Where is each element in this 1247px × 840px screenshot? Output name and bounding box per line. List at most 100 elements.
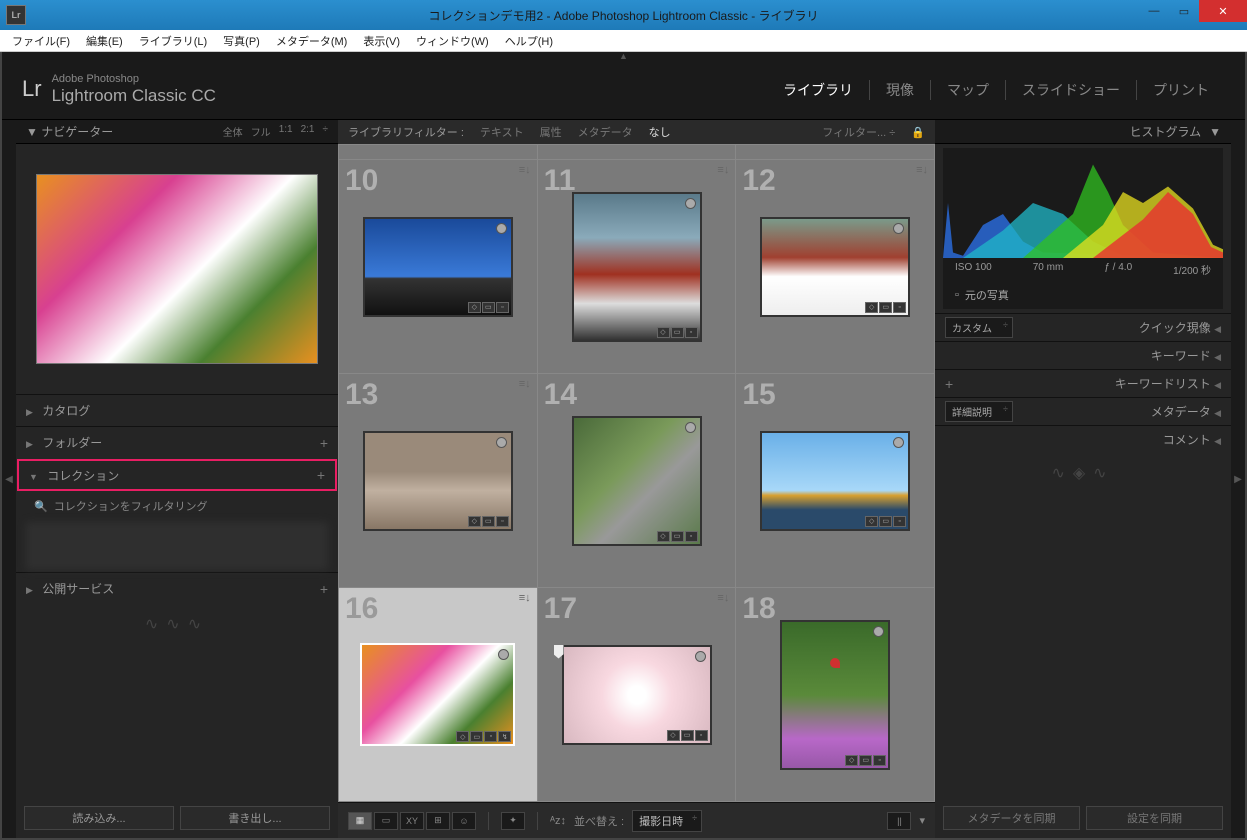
nav-1to1[interactable]: 1:1 (279, 124, 293, 139)
color-label-icon[interactable] (496, 223, 507, 234)
view-compare-icon[interactable]: XY (400, 812, 424, 830)
badge-icon[interactable]: ◇ (667, 730, 680, 741)
menu-library[interactable]: ライブラリ(L) (131, 31, 215, 51)
thumbnail-selected[interactable]: ◇▭▫↯ (360, 643, 515, 746)
badge-icon[interactable]: ◇ (468, 302, 481, 313)
toolbar-menu-icon[interactable]: ▾ (919, 814, 925, 827)
collection-filter-row[interactable]: 🔍 コレクションをフィルタリング (16, 492, 338, 520)
badge-icon[interactable]: ▭ (671, 327, 684, 338)
stack-icon[interactable]: ≡↓ (519, 378, 531, 390)
filter-attribute[interactable]: 属性 (540, 124, 562, 140)
badge-icon[interactable]: ▫ (496, 516, 509, 527)
menu-file[interactable]: ファイル(F) (4, 31, 78, 51)
sort-direction-icon[interactable]: ᴬz↕ (550, 815, 566, 827)
filter-lock-icon[interactable]: 🔒 (911, 126, 925, 139)
badge-icon[interactable]: ▭ (681, 730, 694, 741)
collapse-top-icon[interactable]: ▲ (2, 52, 1245, 60)
view-grid-icon[interactable]: ▦ (348, 812, 372, 830)
menu-edit[interactable]: 編集(E) (78, 31, 131, 51)
stack-icon[interactable]: ≡↓ (916, 164, 928, 176)
grid-cell[interactable]: 13≡↓◇▭▫ (339, 374, 537, 587)
module-map[interactable]: マップ (931, 80, 1006, 100)
navigator-preview[interactable] (36, 174, 318, 364)
filter-none[interactable]: なし (649, 124, 671, 140)
nav-fit[interactable]: 全体 (223, 124, 243, 139)
badge-icon[interactable]: ▫ (893, 516, 906, 527)
thumbnail[interactable]: ◇▭▫ (572, 416, 702, 546)
thumbnail[interactable]: ◇▭▫ (363, 217, 513, 317)
color-label-icon[interactable] (685, 422, 696, 433)
panel-folder[interactable]: ▶ フォルダー + (16, 426, 338, 458)
filter-preset-dropdown[interactable]: フィルター... ÷ (822, 124, 895, 140)
menu-photo[interactable]: 写真(P) (215, 31, 268, 51)
menu-view[interactable]: 表示(V) (355, 31, 408, 51)
stack-icon[interactable]: ≡↓ (519, 592, 531, 604)
badge-icon[interactable]: ▭ (482, 516, 495, 527)
grid-cell[interactable]: 10≡↓◇▭▫ (339, 160, 537, 373)
thumbnail-size-slider[interactable]: || (887, 812, 911, 830)
thumbnail[interactable]: ◇▭▫ (760, 217, 910, 317)
panel-publish[interactable]: ▶ 公開サービス + (16, 572, 338, 604)
stack-icon[interactable]: ≡↓ (519, 164, 531, 176)
panel-metadata[interactable]: 詳細説明 メタデータ ◀ (935, 397, 1231, 425)
thumbnail[interactable]: ◇▭▫ (760, 431, 910, 531)
color-label-icon[interactable] (695, 651, 706, 662)
view-people-icon[interactable]: ☺ (452, 812, 476, 830)
thumbnail[interactable]: ◇▭▫ (572, 192, 702, 342)
grid-cell[interactable]: 14◇▭▫ (538, 374, 736, 587)
grid-cell[interactable]: 12≡↓◇▭▫ (736, 160, 934, 373)
panel-keyword[interactable]: キーワード ◀ (935, 341, 1231, 369)
sync-metadata-button[interactable]: メタデータを同期 (943, 806, 1080, 830)
badge-icon[interactable]: ▭ (859, 755, 872, 766)
badge-icon[interactable]: ▭ (879, 302, 892, 313)
color-label-icon[interactable] (893, 437, 904, 448)
add-keyword-icon[interactable]: + (945, 376, 953, 392)
badge-icon[interactable]: ◇ (865, 302, 878, 313)
badge-icon[interactable]: ◇ (456, 731, 469, 742)
add-folder-icon[interactable]: + (320, 435, 328, 451)
grid-cell[interactable]: 18◇▭▫ (736, 588, 934, 801)
badge-icon[interactable]: ▭ (482, 302, 495, 313)
badge-icon[interactable]: ▫ (496, 302, 509, 313)
histogram-chart[interactable] (943, 148, 1223, 258)
badge-icon[interactable]: ◇ (657, 531, 670, 542)
navigator-header[interactable]: ▼ ナビゲーター 全体 フル 1:1 2:1 ÷ (16, 120, 338, 144)
panel-collection[interactable]: ▼ コレクション + (17, 459, 337, 491)
panel-quick-develop[interactable]: カスタム クイック現像 ◀ (935, 313, 1231, 341)
stack-icon[interactable]: ≡↓ (717, 592, 729, 604)
color-label-icon[interactable] (873, 626, 884, 637)
badge-icon[interactable]: ▭ (671, 531, 684, 542)
thumbnail-grid[interactable]: 10≡↓◇▭▫ 11≡↓◇▭▫ 12≡↓◇▭▫ 13≡↓◇▭▫ 14◇▭▫ 15… (338, 144, 935, 802)
badge-icon[interactable]: ▭ (879, 516, 892, 527)
color-label-icon[interactable] (498, 649, 509, 660)
thumbnail[interactable]: ◇▭▫ (363, 431, 513, 531)
export-button[interactable]: 書き出し... (180, 806, 330, 830)
grid-cell[interactable]: 15◇▭▫ (736, 374, 934, 587)
collapse-right-icon[interactable]: ▶ (1231, 120, 1245, 838)
sync-settings-button[interactable]: 設定を同期 (1086, 806, 1223, 830)
filter-metadata[interactable]: メタデータ (578, 124, 633, 140)
panel-comment[interactable]: コメント ◀ (935, 425, 1231, 453)
module-library[interactable]: ライブラリ (767, 80, 870, 100)
menu-metadata[interactable]: メタデータ(M) (268, 31, 356, 51)
collapse-left-icon[interactable]: ◀ (2, 120, 16, 838)
badge-icon[interactable]: ◇ (468, 516, 481, 527)
grid-cell[interactable]: 11≡↓◇▭▫ (538, 160, 736, 373)
preset-dropdown[interactable]: カスタム (945, 317, 1013, 338)
color-label-icon[interactable] (685, 198, 696, 209)
maximize-button[interactable]: ▭ (1169, 0, 1199, 22)
nav-zoom-menu-icon[interactable]: ÷ (323, 124, 329, 139)
stack-icon[interactable]: ≡↓ (717, 164, 729, 176)
menu-window[interactable]: ウィンドウ(W) (408, 31, 497, 51)
badge-icon[interactable]: ◇ (845, 755, 858, 766)
close-button[interactable]: ✕ (1199, 0, 1247, 22)
module-develop[interactable]: 現像 (870, 80, 931, 100)
filter-text[interactable]: テキスト (480, 124, 524, 140)
grid-cell-selected[interactable]: 16≡↓◇▭▫↯ (339, 588, 537, 801)
view-survey-icon[interactable]: ⊞ (426, 812, 450, 830)
module-slideshow[interactable]: スライドショー (1006, 80, 1137, 100)
thumbnail[interactable]: ◇▭▫ (780, 620, 890, 770)
color-label-icon[interactable] (893, 223, 904, 234)
color-label-icon[interactable] (496, 437, 507, 448)
badge-icon[interactable]: ▫ (695, 730, 708, 741)
